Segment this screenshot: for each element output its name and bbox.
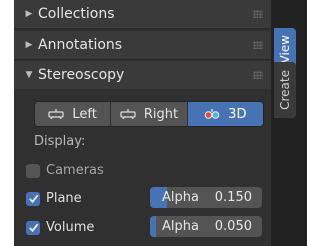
slider-label: Alpha: [162, 219, 199, 234]
plane-checkbox[interactable]: [26, 191, 40, 206]
panel-header-stereoscopy[interactable]: ▼ Stereoscopy: [14, 61, 271, 90]
cameras-checkbox[interactable]: [26, 163, 40, 178]
display-label: Display:: [34, 134, 86, 149]
slider-value: 0.150: [214, 190, 252, 205]
sidebar-root: ▶ Collections ▶ Annotations ▼ Stereoscop…: [0, 0, 307, 246]
collapse-triangle-icon: ▼: [25, 70, 33, 80]
slider-label: Alpha: [162, 190, 199, 205]
tab-create[interactable]: Create: [274, 62, 296, 118]
tab-view-label: View: [278, 34, 292, 64]
panel-header-annotations[interactable]: ▶ Annotations: [14, 31, 271, 60]
volume-checkbox-row[interactable]: Volume: [26, 220, 94, 235]
expand-triangle-icon: ▶: [25, 9, 33, 19]
camera-left-icon: [48, 109, 65, 120]
volume-label: Volume: [46, 220, 95, 235]
panel-header-collections[interactable]: ▶ Collections: [14, 0, 271, 29]
stereo-3d-button[interactable]: 3D: [187, 102, 263, 126]
panel-header-label: Stereoscopy: [38, 67, 125, 83]
drag-grip-icon[interactable]: [253, 71, 263, 79]
plane-label: Plane: [46, 191, 82, 206]
stereo-mode-selector: Left Right 3D: [34, 101, 264, 127]
plane-alpha-slider[interactable]: Alpha 0.150: [150, 187, 262, 208]
volume-alpha-slider[interactable]: Alpha 0.050: [150, 216, 262, 237]
cameras-checkbox-row[interactable]: Cameras: [26, 163, 104, 178]
plane-checkbox-row[interactable]: Plane: [26, 191, 82, 206]
cameras-label: Cameras: [46, 163, 104, 178]
stereo-left-button[interactable]: Left: [35, 102, 112, 126]
slider-fill: [150, 216, 156, 237]
drag-grip-icon[interactable]: [253, 10, 263, 18]
properties-panel: ▶ Collections ▶ Annotations ▼ Stereoscop…: [14, 0, 271, 246]
stereo-right-label: Right: [143, 106, 179, 122]
sidebar-tabs: View Create: [271, 0, 307, 246]
slider-value: 0.050: [214, 219, 252, 234]
panel-header-label: Annotations: [38, 37, 123, 53]
tab-create-label: Create: [278, 70, 292, 110]
camera-right-icon: [120, 109, 136, 120]
expand-triangle-icon: ▶: [25, 40, 33, 50]
volume-checkbox[interactable]: [26, 220, 40, 235]
drag-grip-icon[interactable]: [253, 41, 263, 49]
stereo-left-label: Left: [72, 106, 97, 122]
check-icon: [28, 194, 38, 203]
stereo-3d-icon: [204, 109, 220, 119]
stereo-right-button[interactable]: Right: [111, 102, 188, 126]
stereo-3d-label: 3D: [228, 106, 247, 122]
panel-header-label: Collections: [38, 6, 115, 22]
check-icon: [28, 223, 38, 232]
